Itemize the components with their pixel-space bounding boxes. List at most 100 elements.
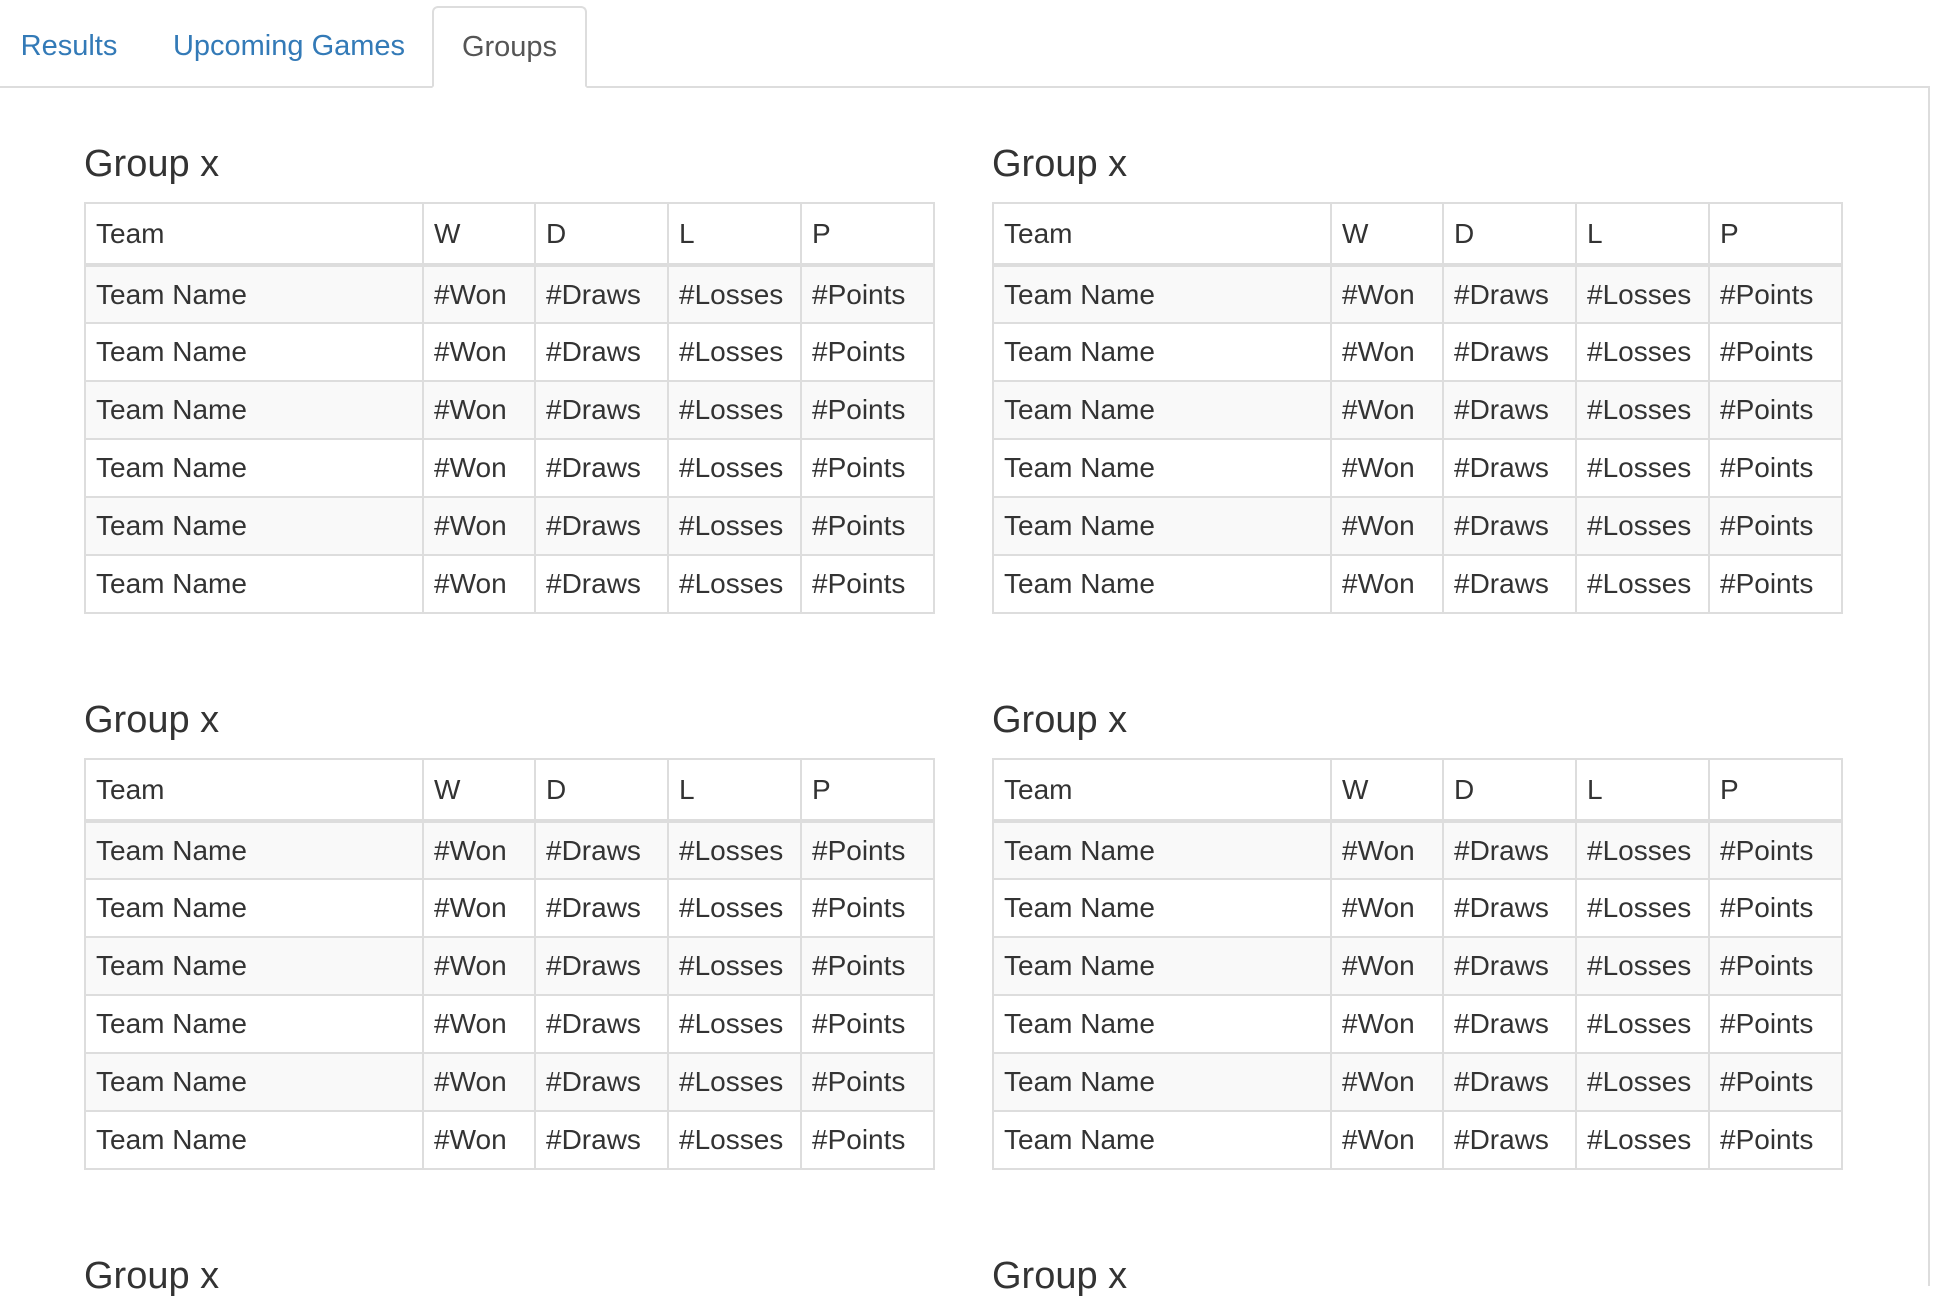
table-row: Team Name #Won #Draws #Losses #Points xyxy=(84,264,935,324)
losses-cell: #Losses xyxy=(1575,820,1710,880)
points-cell: #Points xyxy=(800,496,935,556)
draws-cell: #Draws xyxy=(534,820,669,880)
won-cell: #Won xyxy=(422,878,536,938)
column-header-l: L xyxy=(1575,202,1710,267)
table-row: Team Name #Won #Draws #Losses #Points xyxy=(84,438,935,498)
points-cell: #Points xyxy=(1708,380,1843,440)
won-cell: #Won xyxy=(422,264,536,324)
column-header-p: P xyxy=(1708,758,1843,823)
table-row: Team Name #Won #Draws #Losses #Points xyxy=(84,878,935,938)
column-header-team: Team xyxy=(84,758,424,823)
losses-cell: #Losses xyxy=(667,264,802,324)
draws-cell: #Draws xyxy=(534,1110,669,1170)
team-name-cell: Team Name xyxy=(84,1052,424,1112)
table-row: Team Name #Won #Draws #Losses #Points xyxy=(84,820,935,880)
team-name-cell: Team Name xyxy=(84,1110,424,1170)
column-header-d: D xyxy=(534,758,669,823)
losses-cell: #Losses xyxy=(1575,1052,1710,1112)
draws-cell: #Draws xyxy=(1442,1052,1577,1112)
losses-cell: #Losses xyxy=(667,1110,802,1170)
tab-groups[interactable]: Groups xyxy=(432,6,587,88)
losses-cell: #Losses xyxy=(667,554,802,614)
points-cell: #Points xyxy=(1708,438,1843,498)
losses-cell: #Losses xyxy=(667,380,802,440)
group-title: Group x xyxy=(84,1255,220,1297)
won-cell: #Won xyxy=(1330,1052,1444,1112)
group-title: Group x xyxy=(992,1255,1128,1297)
table-header-row: Team W D L P xyxy=(992,202,1843,267)
table-row: Team Name #Won #Draws #Losses #Points xyxy=(84,1052,935,1112)
won-cell: #Won xyxy=(422,322,536,382)
team-name-cell: Team Name xyxy=(992,322,1332,382)
points-cell: #Points xyxy=(1708,496,1843,556)
column-header-p: P xyxy=(800,202,935,267)
group-card: Group x Team W D L P Team Name #Won #Draws #Losse… xyxy=(84,690,935,1170)
group-card: Group x Team W D L P Team Name #Won #Draws #Losse… xyxy=(84,134,935,614)
column-header-team: Team xyxy=(992,202,1332,267)
column-header-d: D xyxy=(534,202,669,267)
points-cell: #Points xyxy=(800,554,935,614)
losses-cell: #Losses xyxy=(667,994,802,1054)
won-cell: #Won xyxy=(422,554,536,614)
team-name-cell: Team Name xyxy=(84,878,424,938)
tab-upcoming-games[interactable]: Upcoming Games xyxy=(158,6,420,86)
points-cell: #Points xyxy=(800,380,935,440)
draws-cell: #Draws xyxy=(1442,820,1577,880)
group-card: Group x Team W D L P Team Name #Won #Draws #Losse… xyxy=(992,690,1843,1170)
points-cell: #Points xyxy=(1708,878,1843,938)
team-name-cell: Team Name xyxy=(84,554,424,614)
won-cell: #Won xyxy=(422,496,536,556)
team-name-cell: Team Name xyxy=(84,322,424,382)
draws-cell: #Draws xyxy=(1442,878,1577,938)
points-cell: #Points xyxy=(1708,264,1843,324)
group-title: Group x xyxy=(84,143,220,185)
losses-cell: #Losses xyxy=(1575,264,1710,324)
standings-table: Team W D L P Team Name #Won #Draws #Losses #Point… xyxy=(992,758,1843,1170)
draws-cell: #Draws xyxy=(534,994,669,1054)
draws-cell: #Draws xyxy=(534,438,669,498)
losses-cell: #Losses xyxy=(667,496,802,556)
won-cell: #Won xyxy=(422,820,536,880)
won-cell: #Won xyxy=(1330,820,1444,880)
losses-cell: #Losses xyxy=(1575,1110,1710,1170)
losses-cell: #Losses xyxy=(667,820,802,880)
table-row: Team Name #Won #Draws #Losses #Points xyxy=(992,264,1843,324)
losses-cell: #Losses xyxy=(1575,380,1710,440)
won-cell: #Won xyxy=(422,994,536,1054)
tab-results[interactable]: Results xyxy=(0,6,138,86)
column-header-l: L xyxy=(667,202,802,267)
losses-cell: #Losses xyxy=(1575,438,1710,498)
draws-cell: #Draws xyxy=(1442,380,1577,440)
column-header-w: W xyxy=(422,758,536,823)
column-header-p: P xyxy=(800,758,935,823)
group-card: Group x xyxy=(992,1246,1841,1306)
points-cell: #Points xyxy=(1708,936,1843,996)
losses-cell: #Losses xyxy=(1575,496,1710,556)
column-header-p: P xyxy=(1708,202,1843,267)
group-title: Group x xyxy=(992,143,1128,185)
tab-bar: Results Upcoming Games Groups xyxy=(0,0,1930,88)
standings-table: Team W D L P Team Name #Won #Draws #Losses #Point… xyxy=(84,758,935,1170)
points-cell: #Points xyxy=(800,438,935,498)
draws-cell: #Draws xyxy=(1442,994,1577,1054)
team-name-cell: Team Name xyxy=(992,936,1332,996)
won-cell: #Won xyxy=(1330,322,1444,382)
won-cell: #Won xyxy=(1330,936,1444,996)
points-cell: #Points xyxy=(800,264,935,324)
won-cell: #Won xyxy=(1330,1110,1444,1170)
table-row: Team Name #Won #Draws #Losses #Points xyxy=(84,380,935,440)
table-row: Team Name #Won #Draws #Losses #Points xyxy=(992,322,1843,382)
won-cell: #Won xyxy=(422,1052,536,1112)
standings-table: Team W D L P Team Name #Won #Draws #Losses #Point… xyxy=(992,202,1843,614)
losses-cell: #Losses xyxy=(1575,322,1710,382)
draws-cell: #Draws xyxy=(534,322,669,382)
draws-cell: #Draws xyxy=(1442,322,1577,382)
losses-cell: #Losses xyxy=(667,878,802,938)
points-cell: #Points xyxy=(1708,820,1843,880)
column-header-l: L xyxy=(667,758,802,823)
table-header-row: Team W D L P xyxy=(992,758,1843,823)
draws-cell: #Draws xyxy=(1442,554,1577,614)
points-cell: #Points xyxy=(1708,554,1843,614)
team-name-cell: Team Name xyxy=(992,820,1332,880)
losses-cell: #Losses xyxy=(1575,936,1710,996)
